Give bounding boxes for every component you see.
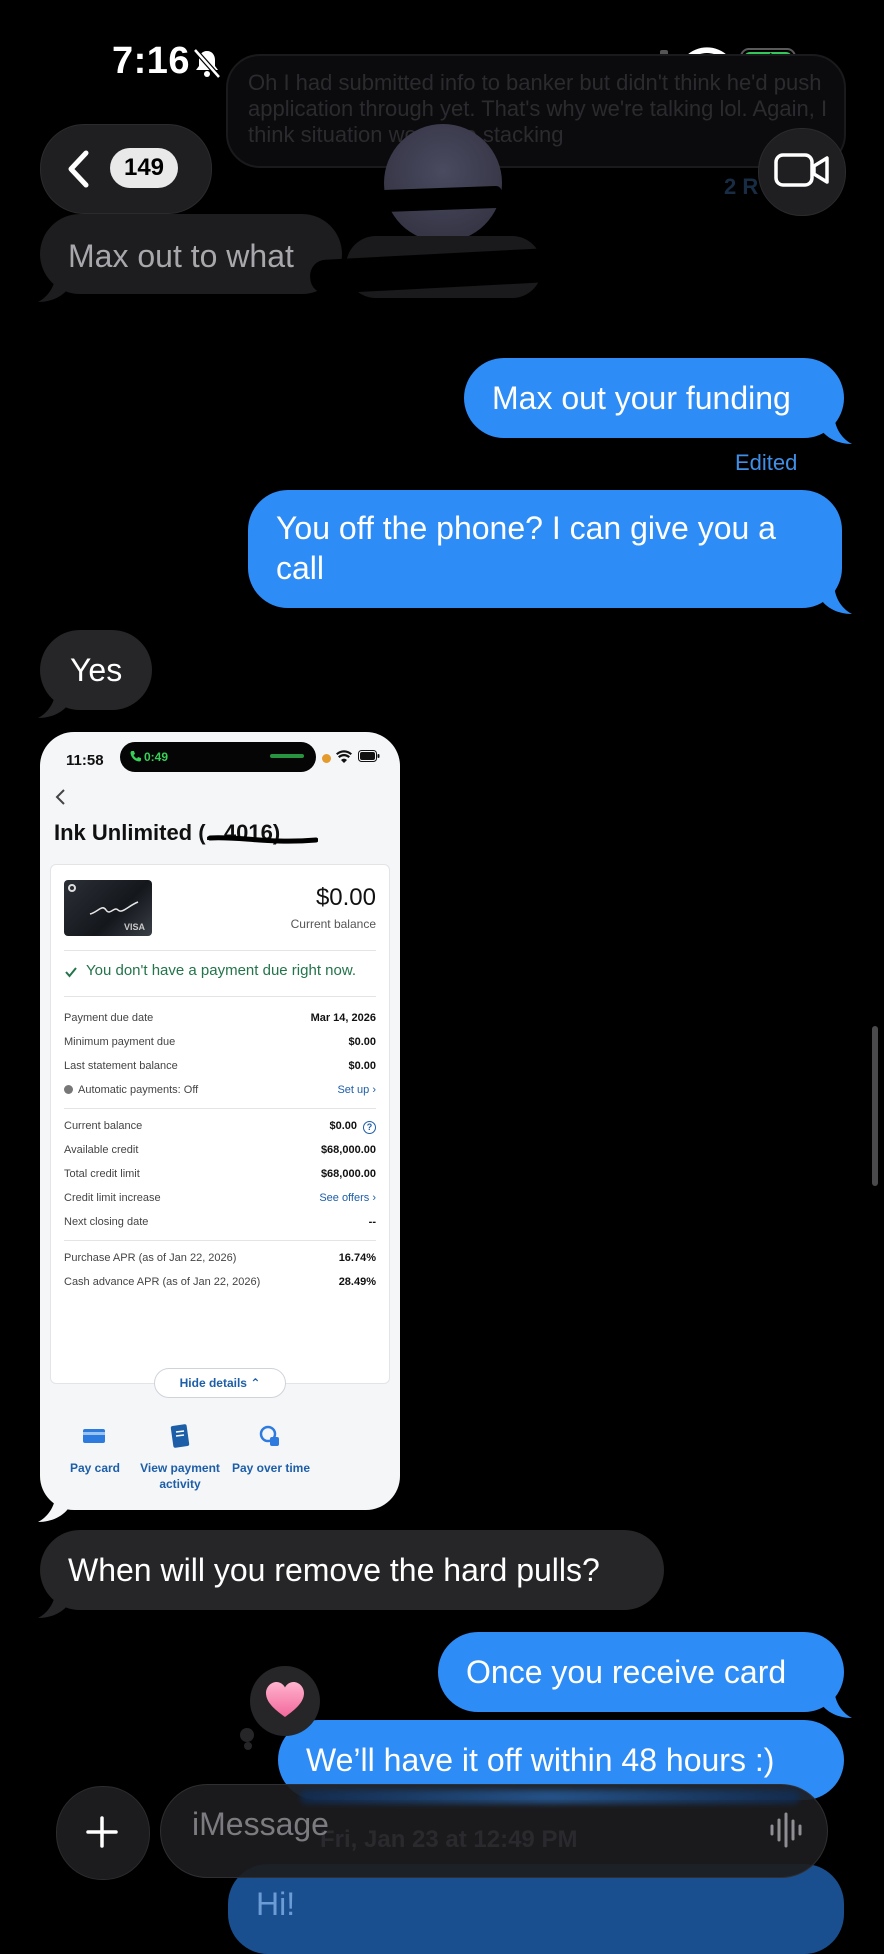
tapback-tail (244, 1742, 252, 1750)
detail-label: Payment due date (64, 1012, 154, 1024)
detail-value: $0.00 (348, 1036, 376, 1048)
bubble-tail (38, 686, 70, 718)
bubble-tail (38, 270, 70, 302)
tapback-tail (240, 1728, 254, 1742)
detail-value: 16.74% (338, 1252, 376, 1264)
incoming-message[interactable]: Max out to what (40, 214, 342, 294)
detail-label: Credit limit increase (64, 1192, 161, 1204)
detail-value: Mar 14, 2026 (310, 1012, 376, 1024)
edited-label[interactable]: Edited (735, 450, 797, 476)
outgoing-message[interactable]: Once you receive card (438, 1632, 844, 1712)
divider (64, 1108, 376, 1109)
detail-label: Next closing date (64, 1216, 149, 1228)
divider (64, 950, 376, 951)
phone-icon (130, 751, 141, 762)
shot-balance: $0.00 (315, 884, 376, 911)
bubble-tail (820, 582, 852, 614)
scroll-indicator[interactable] (872, 1026, 878, 1186)
shot-status-time: 11:58 (66, 752, 104, 769)
card-logo-icon (68, 884, 76, 892)
message-input-placeholder: iMessage (192, 1806, 329, 1842)
detail-label: Automatic payments: Off (78, 1084, 199, 1096)
redaction-mark (377, 185, 503, 213)
input-glow (300, 1790, 800, 1804)
help-icon: ? (363, 1121, 376, 1134)
image-attachment[interactable]: 11:58 0:49 Ink Unlimited (...4016) VISA … (40, 732, 400, 1510)
status-dot-icon (64, 1085, 73, 1094)
bubble-tail (820, 412, 852, 444)
card-brand: VISA (124, 922, 146, 932)
unread-count-badge: 149 (110, 148, 178, 188)
set-up-link: Set up › (337, 1084, 376, 1096)
current-balance-row: $0.00? (329, 1120, 376, 1134)
faded-read-receipt: 2 R (724, 174, 759, 199)
detail-value: $68,000.00 (320, 1144, 376, 1156)
checkmark-icon (65, 967, 77, 978)
outgoing-message[interactable]: Max out your funding (464, 358, 844, 438)
pay-over-time-label: Pay over time (231, 1461, 311, 1475)
incoming-message[interactable]: When will you remove the hard pulls? (40, 1530, 664, 1610)
shot-balance-label: Current balance (290, 917, 376, 931)
see-offers-link: See offers › (319, 1192, 376, 1204)
payment-activity-icon (170, 1424, 190, 1448)
detail-value: $68,000.00 (320, 1168, 376, 1180)
outgoing-message[interactable]: You off the phone? I can give you a call (248, 490, 842, 608)
detail-value: 28.49% (338, 1276, 376, 1288)
shot-call-waveform (270, 754, 304, 758)
shot-call-timer: 0:49 (144, 750, 169, 764)
bubble-tail (38, 1490, 70, 1522)
detail-value: -- (368, 1216, 376, 1228)
pay-over-time-icon (259, 1425, 279, 1446)
detail-label: Cash advance APR (as of Jan 22, 2026) (64, 1276, 261, 1288)
detail-label: Purchase APR (as of Jan 22, 2026) (64, 1252, 237, 1264)
redaction-scribble (208, 835, 318, 844)
status-time: 7:16 (112, 40, 191, 82)
card-payment-icon (83, 1429, 105, 1443)
divider (64, 996, 376, 997)
audio-waveform-icon[interactable] (766, 1810, 806, 1850)
detail-label: Minimum payment due (64, 1036, 176, 1048)
detail-value: $0.00 (329, 1120, 357, 1132)
detail-label: Last statement balance (64, 1060, 178, 1072)
chevron-left-icon (68, 150, 89, 188)
divider (64, 1240, 376, 1241)
bell-slash-icon (193, 48, 221, 79)
hide-details-button: Hide details ⌃ (154, 1368, 286, 1398)
ink-logo-icon (89, 901, 139, 915)
shot-mic-indicator (322, 754, 331, 763)
shot-battery-icon (358, 750, 380, 762)
plus-icon (86, 1816, 118, 1848)
detail-label: Available credit (64, 1144, 139, 1156)
heart-icon (266, 1682, 304, 1717)
faded-timestamp: Fri, Jan 23 at 12:49 PM (320, 1826, 578, 1853)
no-payment-due-text: You don't have a payment due right now. (86, 962, 357, 979)
video-camera-icon (774, 153, 829, 187)
shot-back-chevron-icon (55, 789, 65, 805)
detail-label: Current balance (64, 1120, 143, 1132)
autopay-row: Automatic payments: Off (64, 1084, 198, 1096)
bubble-tail (820, 1686, 852, 1718)
bubble-tail (38, 1586, 70, 1618)
faded-message-text: Oh I had submitted info to banker but di… (248, 70, 828, 147)
shot-wifi-icon (336, 750, 352, 763)
contact-avatar[interactable] (384, 124, 502, 242)
detail-label: Total credit limit (64, 1168, 140, 1180)
detail-value: $0.00 (348, 1060, 376, 1072)
